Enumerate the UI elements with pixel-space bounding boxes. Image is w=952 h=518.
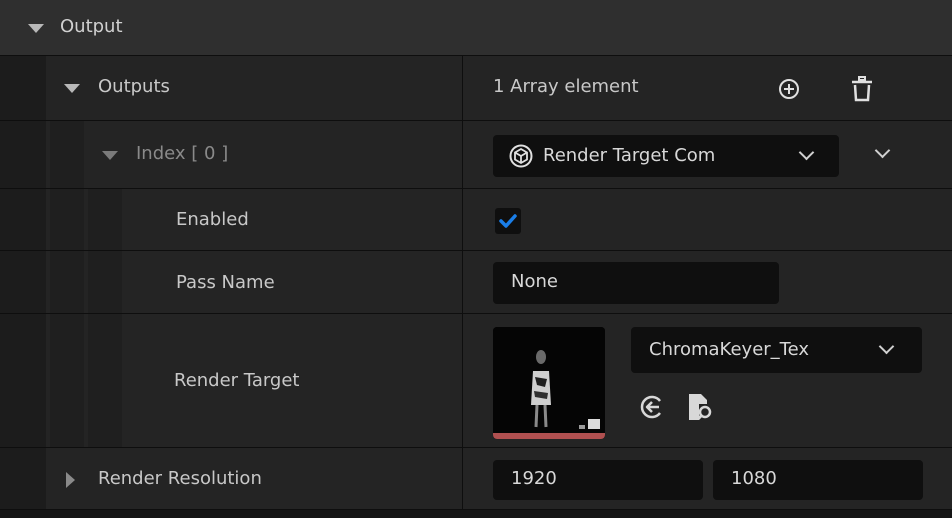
outputs-row: Outputs 1 Array element <box>0 56 952 121</box>
render-resolution-label: Render Resolution <box>98 468 262 489</box>
pass-name-name-cell: Pass Name <box>0 251 462 313</box>
indent-guide <box>50 121 84 188</box>
trash-icon[interactable] <box>851 76 873 102</box>
indent-guide <box>88 251 122 313</box>
index-row: Index [ 0 ] Render Target Com <box>0 121 952 189</box>
indent-guide <box>0 56 46 120</box>
enabled-value-cell <box>463 189 952 250</box>
pass-name-value-cell: None <box>463 251 952 313</box>
indent-guide <box>0 121 46 188</box>
asset-thumbnail[interactable] <box>493 327 605 439</box>
indent-guide <box>0 189 46 250</box>
pass-name-label: Pass Name <box>176 272 275 293</box>
resolution-y-input[interactable]: 1080 <box>713 460 923 500</box>
enabled-row: Enabled <box>0 189 952 251</box>
thumbnail-image <box>493 327 605 439</box>
outputs-label: Outputs <box>98 76 170 97</box>
enabled-checkbox[interactable] <box>495 208 521 234</box>
indent-guide <box>50 189 84 250</box>
plus-circle-icon[interactable] <box>778 78 800 100</box>
component-icon <box>509 144 533 168</box>
panel-bottom <box>0 510 952 518</box>
indent-guide <box>88 314 122 447</box>
render-resolution-name-cell: Render Resolution <box>0 448 462 509</box>
indent-guide <box>0 251 46 313</box>
expand-arrow-icon[interactable] <box>102 151 118 160</box>
expand-arrow-icon[interactable] <box>28 24 44 33</box>
chevron-down-icon <box>798 144 815 161</box>
use-selected-arrow-icon[interactable] <box>639 394 665 420</box>
browse-asset-icon[interactable] <box>685 392 715 422</box>
index-value-cell: Render Target Com <box>463 121 952 188</box>
chevron-down-icon <box>878 338 895 355</box>
enabled-name-cell: Enabled <box>0 189 462 250</box>
pass-name-input[interactable]: None <box>493 262 779 304</box>
outputs-name-cell: Outputs <box>0 56 462 120</box>
render-target-value-cell: ChromaKeyer_Tex <box>463 314 952 447</box>
indent-guide <box>88 189 122 250</box>
index-name-cell: Index [ 0 ] <box>0 121 462 188</box>
category-label: Output <box>60 16 123 37</box>
indent-guide <box>0 314 46 447</box>
array-count-text: 1 Array element <box>493 76 639 97</box>
chevron-down-icon[interactable] <box>874 142 891 159</box>
class-picker-value: Render Target Com <box>543 145 716 166</box>
render-resolution-row: Render Resolution 1920 1080 <box>0 448 952 510</box>
asset-picker-combo[interactable]: ChromaKeyer_Tex <box>631 327 922 373</box>
enabled-label: Enabled <box>176 209 249 230</box>
indent-guide <box>50 314 84 447</box>
render-resolution-value-cell: 1920 1080 <box>463 448 952 509</box>
indent-guide <box>50 251 84 313</box>
index-label: Index [ 0 ] <box>136 143 229 164</box>
checkmark-icon <box>499 214 517 228</box>
resolution-x-input[interactable]: 1920 <box>493 460 703 500</box>
expand-arrow-icon[interactable] <box>66 472 75 488</box>
category-output[interactable]: Output <box>0 0 952 56</box>
render-target-label: Render Target <box>174 370 300 391</box>
details-panel: Output Outputs 1 Array element Index [0… <box>0 0 952 518</box>
outputs-value-cell: 1 Array element <box>463 56 952 120</box>
class-picker-combo[interactable]: Render Target Com <box>493 135 839 177</box>
pass-name-row: Pass Name None <box>0 251 952 314</box>
asset-picker-value: ChromaKeyer_Tex <box>649 339 810 360</box>
indent-guide <box>0 448 46 509</box>
render-target-name-cell: Render Target <box>0 314 462 447</box>
expand-arrow-icon[interactable] <box>64 84 80 93</box>
render-target-row: Render Target ChromaKeyer_Tex <box>0 314 952 448</box>
